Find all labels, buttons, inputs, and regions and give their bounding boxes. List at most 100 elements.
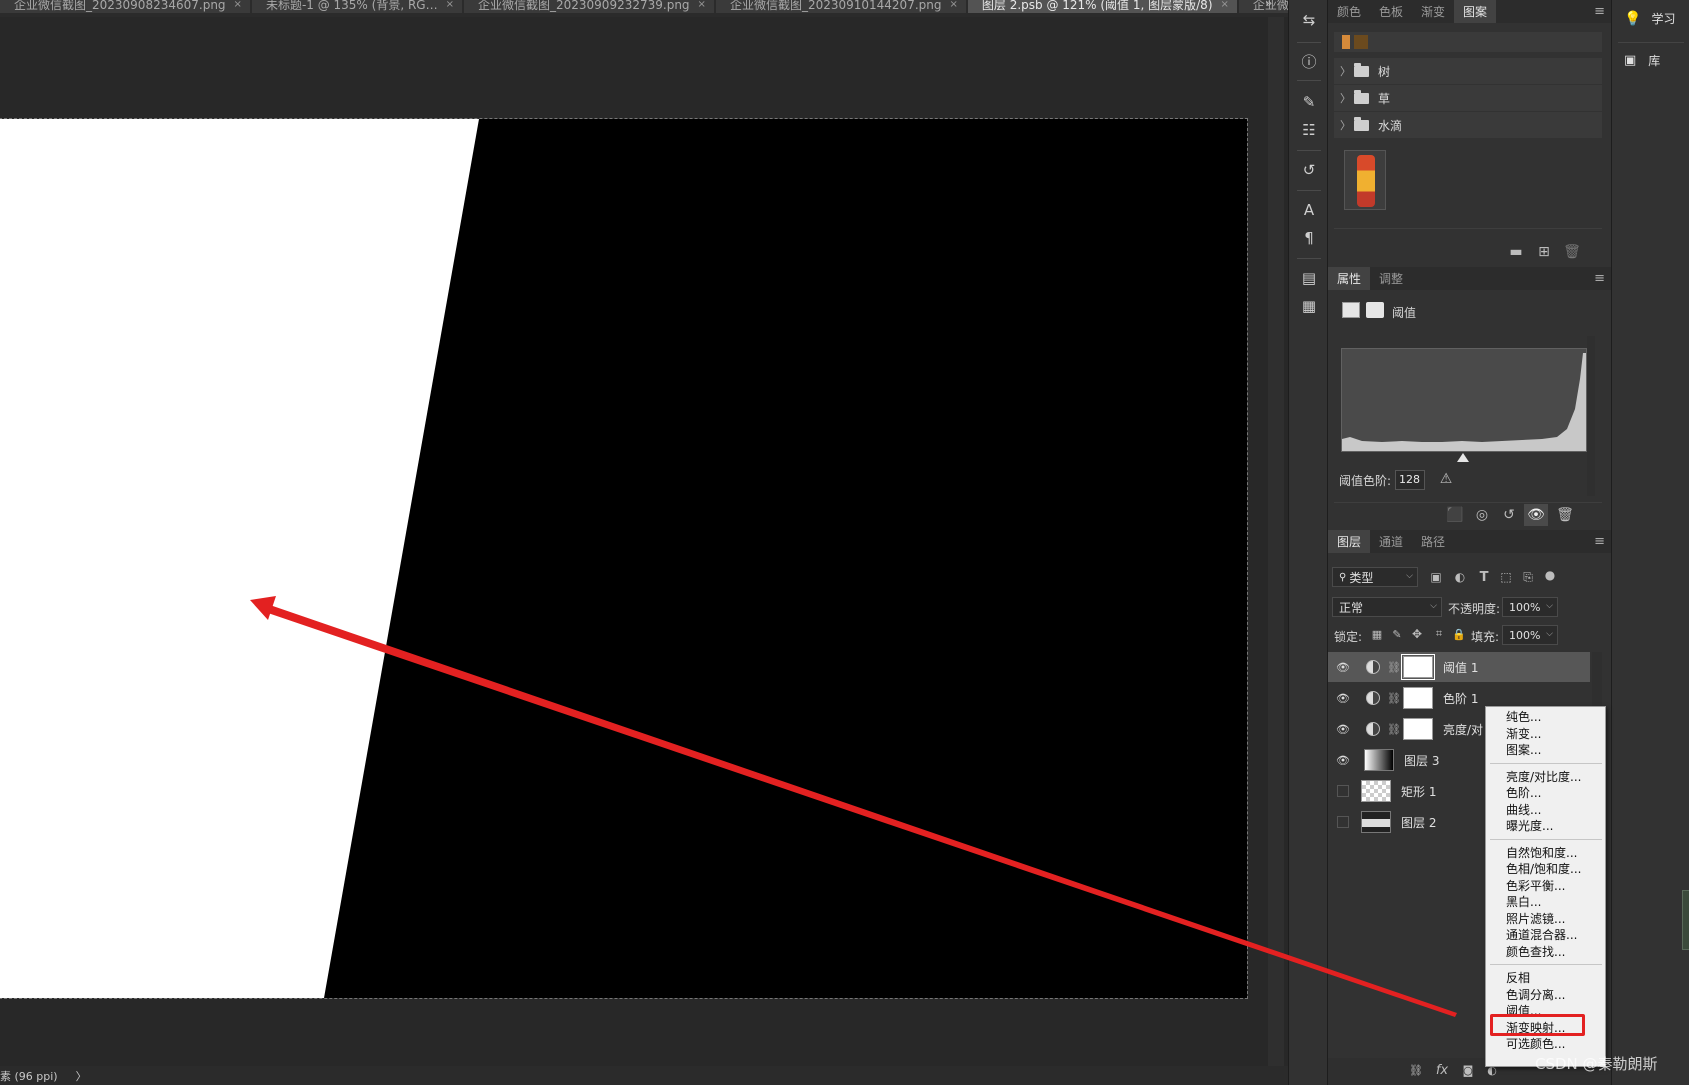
properties-scrollbar[interactable] [1587, 336, 1595, 496]
layer-mask-icon[interactable] [1366, 302, 1384, 318]
menu-item[interactable]: 色彩平衡... [1506, 878, 1565, 895]
character-icon[interactable]: A [1299, 200, 1319, 220]
chain-link-icon[interactable]: ⛓ [1387, 692, 1401, 705]
visibility-eye-icon[interactable]: 👁 [1334, 754, 1352, 767]
add-mask-icon[interactable]: ◙ [1460, 1062, 1476, 1078]
close-icon[interactable]: × [949, 0, 957, 10]
fx-icon[interactable]: fx [1434, 1062, 1450, 1078]
warning-icon[interactable]: ⚠ [1436, 471, 1456, 487]
menu-item[interactable]: 亮度/对比度... [1506, 769, 1582, 786]
pattern-swatch[interactable] [1354, 35, 1368, 49]
canvas-area[interactable] [0, 17, 1268, 1066]
new-pattern-icon[interactable]: ⊞ [1536, 244, 1552, 260]
filter-shape-icon[interactable]: ⬚ [1498, 569, 1514, 585]
document-tab[interactable]: 图层 2.psb @ 121% (阈值 1, 图层蒙版/8) × [967, 0, 1237, 13]
visibility-eye-icon[interactable]: 👁 [1334, 723, 1352, 736]
fill-input[interactable]: 100% ⌵ [1502, 625, 1558, 645]
clip-to-layer-icon[interactable]: ⬛ [1446, 506, 1464, 524]
clone-source-icon[interactable]: ↺ [1299, 160, 1319, 180]
menu-item[interactable]: 可选颜色... [1506, 1036, 1565, 1053]
status-menu-arrow[interactable]: 〉 [76, 1068, 87, 1084]
menu-item[interactable]: 颜色查找... [1506, 944, 1565, 961]
tab-patterns[interactable]: 图案 [1454, 0, 1497, 23]
lock-transparent-icon[interactable]: ▦ [1370, 627, 1384, 641]
new-group-icon[interactable]: ▬ [1508, 244, 1524, 260]
delete-icon[interactable]: 🗑 [1563, 244, 1581, 260]
visibility-toggle-off[interactable] [1337, 816, 1349, 828]
document-tab[interactable]: 企业微信截图_20230909232739.png × [464, 0, 714, 13]
visibility-eye-icon[interactable]: 👁 [1524, 504, 1548, 526]
tab-properties[interactable]: 属性 [1328, 267, 1371, 290]
layer-row-threshold[interactable]: 👁 ⛓ 阈值 1 [1328, 652, 1590, 682]
menu-item[interactable]: 色调分离... [1506, 987, 1565, 1004]
delete-icon[interactable]: 🗑 [1556, 506, 1574, 524]
layer-filter-type-select[interactable]: ⚲ 类型 ⌵ [1332, 567, 1418, 587]
notes-icon[interactable]: ▤ [1299, 268, 1319, 288]
pattern-group-droplets[interactable]: 〉 水滴 [1334, 112, 1602, 138]
opacity-input[interactable]: 100% ⌵ [1502, 597, 1558, 617]
document-tab[interactable]: 企业微信截图_20230908234607.png × [0, 0, 250, 13]
close-icon[interactable]: × [446, 0, 454, 10]
pattern-swatch[interactable] [1342, 35, 1350, 49]
close-icon[interactable]: × [234, 0, 242, 10]
layer-mask-thumbnail[interactable] [1403, 687, 1433, 709]
tab-paths[interactable]: 路径 [1412, 530, 1454, 553]
visibility-eye-icon[interactable]: 👁 [1334, 661, 1352, 674]
document-canvas[interactable] [0, 118, 1248, 999]
adjustments-sliders-icon[interactable]: ☷ [1299, 120, 1319, 140]
lock-all-icon[interactable]: 🔒 [1452, 627, 1466, 641]
canvas-vertical-scrollbar[interactable] [1268, 17, 1284, 1066]
lock-image-icon[interactable]: ✎ [1390, 627, 1404, 641]
tab-gradients[interactable]: 渐变 [1412, 0, 1454, 23]
chain-link-icon[interactable]: ⛓ [1387, 723, 1401, 736]
tab-adjustments[interactable]: 调整 [1370, 267, 1412, 290]
info-icon[interactable]: ⓘ [1299, 51, 1319, 71]
threshold-level-input[interactable]: 128 [1395, 470, 1425, 490]
document-tab[interactable]: 企业微信截图_202× [1238, 0, 1288, 13]
pattern-thumbnail[interactable] [1344, 150, 1386, 210]
tab-swatches[interactable]: 色板 [1370, 0, 1412, 23]
filter-smart-object-icon[interactable]: ⎘ [1520, 569, 1536, 585]
menu-item[interactable]: 纯色... [1506, 709, 1541, 726]
lock-position-icon[interactable]: ✥ [1410, 627, 1424, 641]
close-icon[interactable]: × [1221, 0, 1229, 10]
layer-mask-thumbnail[interactable] [1403, 718, 1433, 740]
threshold-slider-handle[interactable] [1457, 453, 1469, 462]
panel-menu-icon[interactable]: ≡ [1594, 534, 1605, 549]
menu-item[interactable]: 照片滤镜... [1506, 911, 1565, 928]
tab-channels[interactable]: 通道 [1370, 530, 1412, 553]
menu-item[interactable]: 图案... [1506, 742, 1541, 759]
visibility-eye-icon[interactable]: 👁 [1334, 692, 1352, 705]
filter-toggle-icon[interactable]: ● [1544, 566, 1556, 584]
filter-pixel-icon[interactable]: ▣ [1428, 569, 1444, 585]
pattern-group-grass[interactable]: 〉 草 [1334, 85, 1602, 111]
menu-item[interactable]: 曝光度... [1506, 818, 1553, 835]
filter-type-icon[interactable]: T [1476, 569, 1492, 585]
document-tab[interactable]: 未标题-1 @ 135% (背景, RG… × [251, 0, 462, 13]
close-icon[interactable]: × [698, 0, 706, 10]
panel-menu-icon[interactable]: ≡ [1594, 4, 1605, 19]
tab-overflow-button[interactable]: » [1265, 0, 1272, 10]
brush-settings-icon[interactable]: ✎ [1299, 92, 1319, 112]
tab-layers[interactable]: 图层 [1328, 530, 1371, 553]
menu-item[interactable]: 曲线... [1506, 802, 1541, 819]
lock-artboard-icon[interactable]: ⌗ [1432, 627, 1446, 641]
pattern-group-tree[interactable]: 〉 树 [1334, 58, 1602, 84]
paragraph-icon[interactable]: ¶ [1299, 228, 1319, 248]
glyphs-icon[interactable]: ▦ [1299, 296, 1319, 316]
menu-item[interactable]: 渐变... [1506, 726, 1541, 743]
menu-item[interactable]: 自然饱和度... [1506, 845, 1577, 862]
layer-mask-thumbnail[interactable] [1401, 654, 1435, 680]
menu-item[interactable]: 色相/饱和度... [1506, 861, 1582, 878]
filter-adjustment-icon[interactable]: ◐ [1452, 569, 1468, 585]
libraries-button[interactable]: ▣ 库 [1624, 52, 1660, 69]
link-layers-icon[interactable]: ⛓ [1408, 1062, 1424, 1078]
menu-item[interactable]: 反相 [1506, 970, 1530, 987]
view-previous-state-icon[interactable]: ◎ [1473, 506, 1491, 524]
blend-mode-select[interactable]: 正常 ⌵ [1332, 597, 1442, 617]
learn-button[interactable]: 💡 学习 [1624, 10, 1675, 27]
chain-link-icon[interactable]: ⛓ [1387, 661, 1401, 674]
tab-color[interactable]: 颜色 [1328, 0, 1370, 23]
document-tab[interactable]: 企业微信截图_20230910144207.png × [715, 0, 966, 13]
visibility-toggle-off[interactable] [1337, 785, 1349, 797]
